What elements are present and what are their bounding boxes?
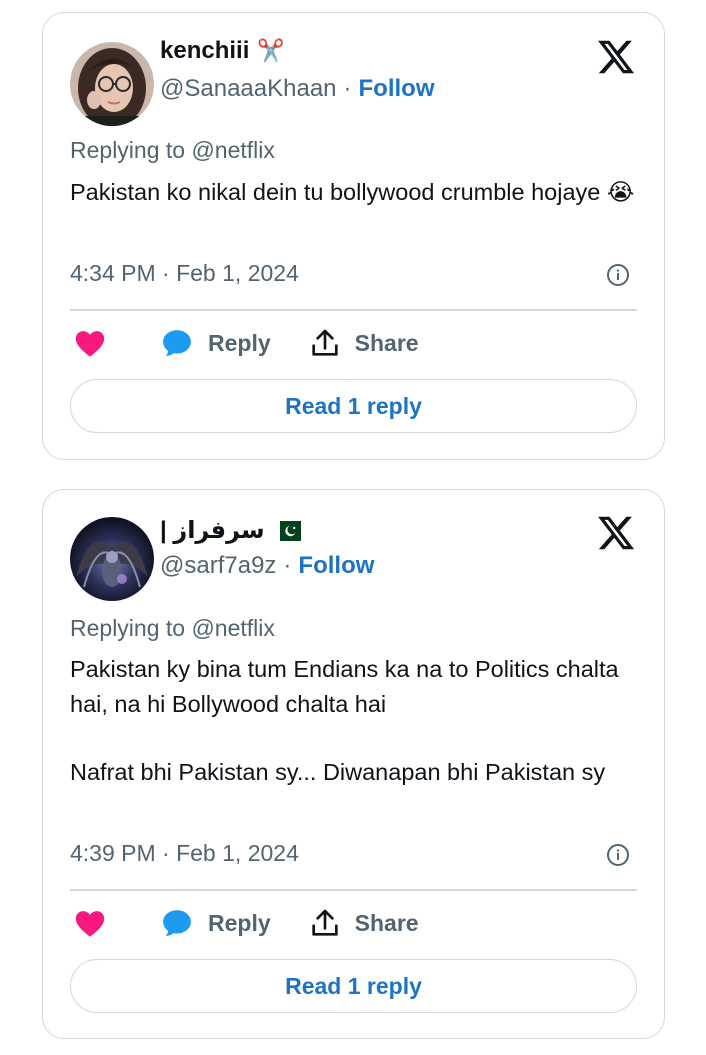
follow-button[interactable]: Follow bbox=[359, 75, 435, 103]
like-button[interactable] bbox=[73, 326, 107, 360]
tweet-timestamp[interactable]: 4:34 PM · Feb 1, 2024 bbox=[70, 260, 299, 287]
action-bar: Reply Share bbox=[73, 326, 419, 360]
divider bbox=[70, 309, 637, 311]
separator-dot: · bbox=[283, 552, 292, 579]
x-logo-icon[interactable] bbox=[596, 513, 636, 553]
like-button[interactable] bbox=[73, 906, 107, 940]
heart-icon bbox=[75, 331, 105, 357]
tweet-timestamp[interactable]: 4:39 PM · Feb 1, 2024 bbox=[70, 840, 299, 867]
reply-button[interactable]: Reply bbox=[160, 906, 271, 940]
share-icon bbox=[311, 329, 338, 356]
action-bar: Reply Share bbox=[73, 906, 419, 940]
replying-to[interactable]: Replying to @netflix bbox=[70, 615, 275, 642]
user-handle[interactable]: @sarf7a9z bbox=[160, 552, 276, 580]
user-handle[interactable]: @SanaaaKhaan bbox=[160, 75, 337, 103]
tweet-paragraph: Pakistan ko nikal dein tu bollywood crum… bbox=[70, 179, 635, 205]
handle-row: @SanaaaKhaan · Follow bbox=[160, 75, 435, 103]
tweet-text: Pakistan ko nikal dein tu bollywood crum… bbox=[70, 175, 640, 210]
display-name[interactable]: سرفراز | bbox=[160, 516, 265, 545]
share-button[interactable]: Share bbox=[309, 327, 419, 359]
tweet-paragraph: Nafrat bhi Pakistan sy... Diwanapan bhi … bbox=[70, 759, 606, 785]
display-name[interactable]: kenchiii bbox=[160, 37, 249, 65]
read-replies-button[interactable]: Read 1 reply bbox=[70, 959, 637, 1013]
reply-label: Reply bbox=[208, 909, 271, 936]
replying-to[interactable]: Replying to @netflix bbox=[70, 137, 275, 164]
avatar[interactable] bbox=[70, 42, 154, 126]
divider bbox=[70, 889, 637, 891]
display-name-row[interactable]: kenchiii ✂️ bbox=[160, 37, 285, 65]
reply-bubble-icon bbox=[163, 910, 191, 937]
tweet-card-1[interactable]: kenchiii ✂️ @SanaaaKhaan · Follow Replyi… bbox=[42, 12, 665, 460]
share-label: Share bbox=[354, 329, 419, 356]
reply-label: Reply bbox=[208, 329, 271, 356]
tweet-card-2[interactable]: سرفراز | @sarf7a9z · Follow Replying to … bbox=[42, 489, 665, 1039]
tweet-paragraph: Pakistan ky bina tum Endians ka na to Po… bbox=[70, 656, 619, 717]
separator-dot: · bbox=[343, 75, 352, 102]
pakistan-flag-icon bbox=[272, 520, 301, 541]
avatar[interactable] bbox=[70, 517, 154, 601]
handle-row: @sarf7a9z · Follow bbox=[160, 552, 374, 580]
x-logo-icon[interactable] bbox=[596, 37, 636, 77]
reply-button[interactable]: Reply bbox=[160, 326, 271, 360]
share-button[interactable]: Share bbox=[309, 907, 419, 939]
info-icon[interactable] bbox=[606, 843, 630, 867]
read-replies-button[interactable]: Read 1 reply bbox=[70, 379, 637, 433]
heart-icon bbox=[75, 911, 105, 937]
tweet-text: Pakistan ky bina tum Endians ka na to Po… bbox=[70, 652, 640, 790]
share-label: Share bbox=[354, 909, 419, 936]
scissors-emoji: ✂️ bbox=[257, 38, 285, 63]
reply-bubble-icon bbox=[163, 330, 191, 357]
share-icon bbox=[311, 909, 338, 936]
follow-button[interactable]: Follow bbox=[298, 552, 374, 580]
display-name-row[interactable]: سرفراز | bbox=[160, 516, 301, 545]
info-icon[interactable] bbox=[606, 263, 630, 287]
